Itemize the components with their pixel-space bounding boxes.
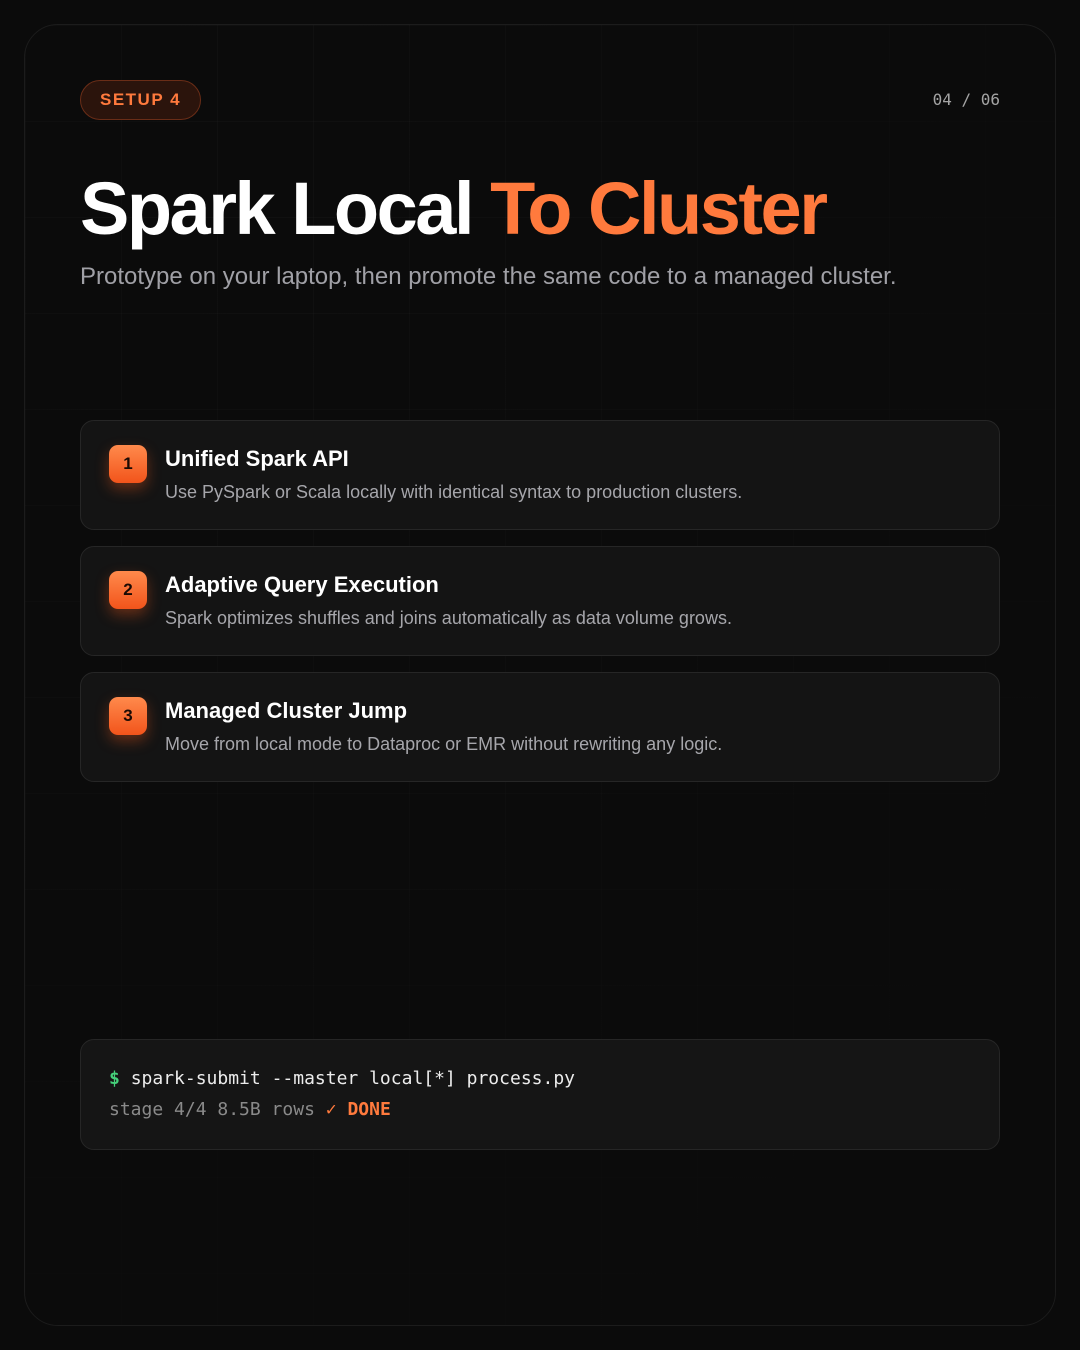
slide-content: SETUP 4 04 / 06 Spark Local To Cluster P… — [0, 0, 1080, 1350]
terminal-block: $ spark-submit --master local[*] process… — [80, 1039, 1000, 1150]
step-number-badge: 3 — [109, 697, 147, 735]
steps-list: 1 Unified Spark API Use PySpark or Scala… — [80, 420, 1000, 798]
title-main: Spark Local — [80, 167, 491, 250]
terminal-output-line: stage 4/4 8.5B rows ✓ DONE — [109, 1099, 391, 1120]
step-description: Spark optimizes shuffles and joins autom… — [165, 608, 732, 628]
terminal-status: DONE — [347, 1099, 391, 1120]
terminal-prompt: $ — [109, 1068, 120, 1089]
step-title: Managed Cluster Jump — [165, 698, 408, 723]
step-number-badge: 1 — [109, 445, 147, 483]
title-accent: To Cluster — [490, 167, 828, 250]
step-title: Adaptive Query Execution — [165, 572, 439, 597]
step-description: Move from local mode to Dataproc or EMR … — [165, 734, 723, 754]
check-icon: ✓ — [325, 1099, 337, 1120]
terminal-command: spark-submit --master local[*] process.p… — [130, 1068, 576, 1089]
page-title: Spark Local To Cluster — [80, 166, 828, 251]
terminal-output: stage 4/4 8.5B rows — [109, 1099, 315, 1120]
terminal-command-line: $ spark-submit --master local[*] process… — [109, 1068, 575, 1089]
setup-badge: SETUP 4 — [80, 80, 202, 120]
step-card: 2 Adaptive Query Execution Spark optimiz… — [80, 546, 1000, 656]
step-description: Use PySpark or Scala locally with identi… — [165, 482, 743, 502]
step-title: Unified Spark API — [165, 446, 349, 471]
slide-counter: 04 / 06 — [932, 90, 1000, 109]
page-subtitle: Prototype on your laptop, then promote t… — [80, 263, 897, 290]
step-card: 3 Managed Cluster Jump Move from local m… — [80, 672, 1000, 782]
step-card: 1 Unified Spark API Use PySpark or Scala… — [80, 420, 1000, 530]
step-number-badge: 2 — [109, 571, 147, 609]
